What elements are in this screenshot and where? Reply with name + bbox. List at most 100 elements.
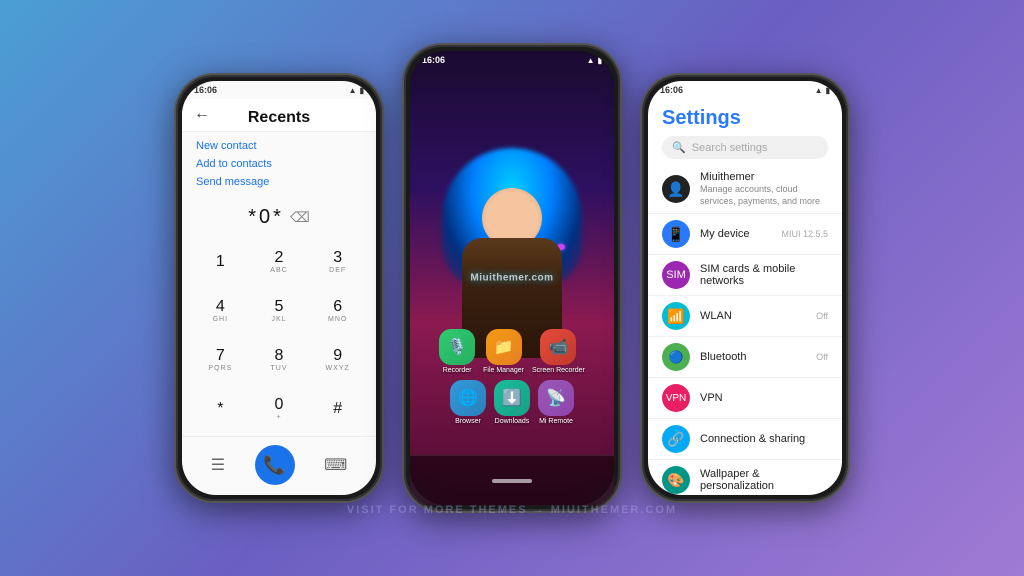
- menu-icon[interactable]: ☰: [211, 455, 225, 475]
- dialpad-grid: 1 2 ABC 3 DEF 4 GHI: [182, 235, 376, 436]
- account-subtitle: Manage accounts, cloud services, payment…: [700, 184, 828, 207]
- account-content: Miuithemer Manage accounts, cloud servic…: [700, 171, 828, 207]
- device-title: My device: [700, 228, 771, 240]
- app-browser[interactable]: 🌐 Browser: [450, 380, 486, 425]
- signal-icon-m: ▲: [587, 56, 595, 65]
- sim-icon: SIM: [662, 261, 690, 289]
- dial-key-9[interactable]: 9 WXYZ: [309, 337, 366, 384]
- dial-key-6[interactable]: 6 MNO: [309, 288, 366, 335]
- browser-label: Browser: [455, 418, 481, 425]
- app-recorder[interactable]: 🎙️ Recorder: [439, 329, 475, 374]
- settings-item-bluetooth[interactable]: 🔵 Bluetooth Off: [648, 337, 842, 378]
- wallpaper-title: Wallpaper & personalization: [700, 468, 828, 492]
- connection-icon: 🔗: [662, 425, 690, 453]
- call-button[interactable]: 📞: [255, 445, 295, 485]
- right-status-icons: ▲ ▮: [815, 86, 830, 95]
- signal-icon: ▲: [349, 86, 357, 95]
- middle-time: 16:06: [422, 55, 445, 65]
- settings-item-device[interactable]: 📱 My device MIUI 12.5.5: [648, 214, 842, 255]
- phone-app: ← Recents New contact Add to contacts Se…: [182, 99, 376, 495]
- screen-recorder-icon: 📹: [540, 329, 576, 365]
- add-to-contacts-link[interactable]: Add to contacts: [196, 158, 362, 170]
- dial-key-4[interactable]: 4 GHI: [192, 288, 249, 335]
- apps-row-1: 🎙️ Recorder 📁 File Manager 📹 Screen Reco…: [439, 329, 585, 374]
- new-contact-link[interactable]: New contact: [196, 140, 362, 152]
- dial-key-5[interactable]: 5 JKL: [251, 288, 308, 335]
- search-placeholder-text: Search settings: [692, 142, 768, 154]
- settings-item-sim[interactable]: SIM SIM cards & mobile networks: [648, 255, 842, 296]
- settings-item-wlan[interactable]: 📶 WLAN Off: [648, 296, 842, 337]
- home-indicator: [492, 479, 532, 483]
- wlan-content: WLAN: [700, 310, 806, 322]
- settings-screen: 16:06 ▲ ▮ Settings 🔍 Search settings 👤: [648, 81, 842, 495]
- phones-container: 16:06 ▲ ▮ ← Recents New contact Add to c…: [0, 0, 1024, 576]
- dialpad-display: *0* ⌫: [182, 196, 376, 235]
- app-file-manager[interactable]: 📁 File Manager: [483, 329, 524, 374]
- sim-title: SIM cards & mobile networks: [700, 263, 828, 287]
- connection-content: Connection & sharing: [700, 433, 828, 445]
- file-manager-label: File Manager: [483, 367, 524, 374]
- connection-title: Connection & sharing: [700, 433, 828, 445]
- file-manager-icon: 📁: [486, 329, 522, 365]
- app-mi-remote[interactable]: 📡 Mi Remote: [538, 380, 574, 425]
- middle-phone-screen: 16:06 ▲ ▮ Miuithemer.com 🎙️ Recorder: [410, 51, 614, 505]
- home-screen: 16:06 ▲ ▮ Miuithemer.com 🎙️ Recorder: [410, 51, 614, 505]
- search-icon: 🔍: [672, 141, 686, 154]
- right-phone-screen: 16:06 ▲ ▮ Settings 🔍 Search settings 👤: [648, 81, 842, 495]
- device-content: My device: [700, 228, 771, 240]
- left-phone: 16:06 ▲ ▮ ← Recents New contact Add to c…: [174, 73, 384, 503]
- phone-app-actions: New contact Add to contacts Send message: [182, 132, 376, 196]
- dial-key-8[interactable]: 8 TUV: [251, 337, 308, 384]
- home-watermark: Miuithemer.com: [470, 273, 553, 284]
- home-bottom-bar: [410, 455, 614, 505]
- device-badge: MIUI 12.5.5: [781, 229, 828, 239]
- settings-item-connection[interactable]: 🔗 Connection & sharing: [648, 419, 842, 460]
- backspace-icon[interactable]: ⌫: [290, 209, 310, 226]
- dial-key-0[interactable]: 0 +: [251, 385, 308, 432]
- mi-remote-icon: 📡: [538, 380, 574, 416]
- downloads-icon: ⬇️: [494, 380, 530, 416]
- middle-status-bar: 16:06 ▲ ▮: [410, 51, 614, 69]
- device-icon: 📱: [662, 220, 690, 248]
- dial-key-3[interactable]: 3 DEF: [309, 239, 366, 286]
- wlan-title: WLAN: [700, 310, 806, 322]
- middle-phone: 16:06 ▲ ▮ Miuithemer.com 🎙️ Recorder: [402, 43, 622, 513]
- mi-remote-label: Mi Remote: [539, 418, 573, 425]
- right-status-bar: 16:06 ▲ ▮: [648, 81, 842, 99]
- send-message-link[interactable]: Send message: [196, 176, 362, 188]
- left-phone-screen: 16:06 ▲ ▮ ← Recents New contact Add to c…: [182, 81, 376, 495]
- settings-item-wallpaper[interactable]: 🎨 Wallpaper & personalization: [648, 460, 842, 495]
- left-status-bar: 16:06 ▲ ▮: [182, 81, 376, 99]
- dialpad-icon[interactable]: ⌨: [324, 455, 347, 475]
- sim-content: SIM cards & mobile networks: [700, 263, 828, 287]
- dial-key-star[interactable]: *: [192, 385, 249, 432]
- dial-key-1[interactable]: 1: [192, 239, 249, 286]
- signal-icon-r: ▲: [815, 86, 823, 95]
- settings-item-vpn[interactable]: VPN VPN: [648, 378, 842, 419]
- account-title: Miuithemer: [700, 171, 828, 183]
- wallpaper-content: Wallpaper & personalization: [700, 468, 828, 492]
- wlan-icon: 📶: [662, 302, 690, 330]
- settings-item-account[interactable]: 👤 Miuithemer Manage accounts, cloud serv…: [648, 165, 842, 214]
- bluetooth-content: Bluetooth: [700, 351, 806, 363]
- wlan-value: Off: [816, 311, 828, 321]
- dial-number: *0*: [248, 206, 284, 229]
- settings-list: 👤 Miuithemer Manage accounts, cloud serv…: [648, 165, 842, 495]
- app-screen-recorder[interactable]: 📹 Screen Recorder: [532, 329, 585, 374]
- middle-status-icons: ▲ ▮: [587, 56, 602, 65]
- apps-row-2: 🌐 Browser ⬇️ Downloads 📡 Mi Remote: [450, 380, 574, 425]
- phone-app-header: ← Recents: [182, 99, 376, 132]
- vpn-content: VPN: [700, 392, 828, 404]
- vpn-title: VPN: [700, 392, 828, 404]
- dial-key-7[interactable]: 7 PQRS: [192, 337, 249, 384]
- settings-search-bar[interactable]: 🔍 Search settings: [662, 136, 828, 159]
- bluetooth-title: Bluetooth: [700, 351, 806, 363]
- dial-key-hash[interactable]: #: [309, 385, 366, 432]
- wallpaper-icon: 🎨: [662, 466, 690, 494]
- bluetooth-value: Off: [816, 352, 828, 362]
- app-downloads[interactable]: ⬇️ Downloads: [494, 380, 530, 425]
- battery-icon-r: ▮: [826, 86, 830, 95]
- dial-key-2[interactable]: 2 ABC: [251, 239, 308, 286]
- settings-title: Settings: [648, 99, 842, 134]
- phone-app-bottom: ☰ 📞 ⌨: [182, 436, 376, 495]
